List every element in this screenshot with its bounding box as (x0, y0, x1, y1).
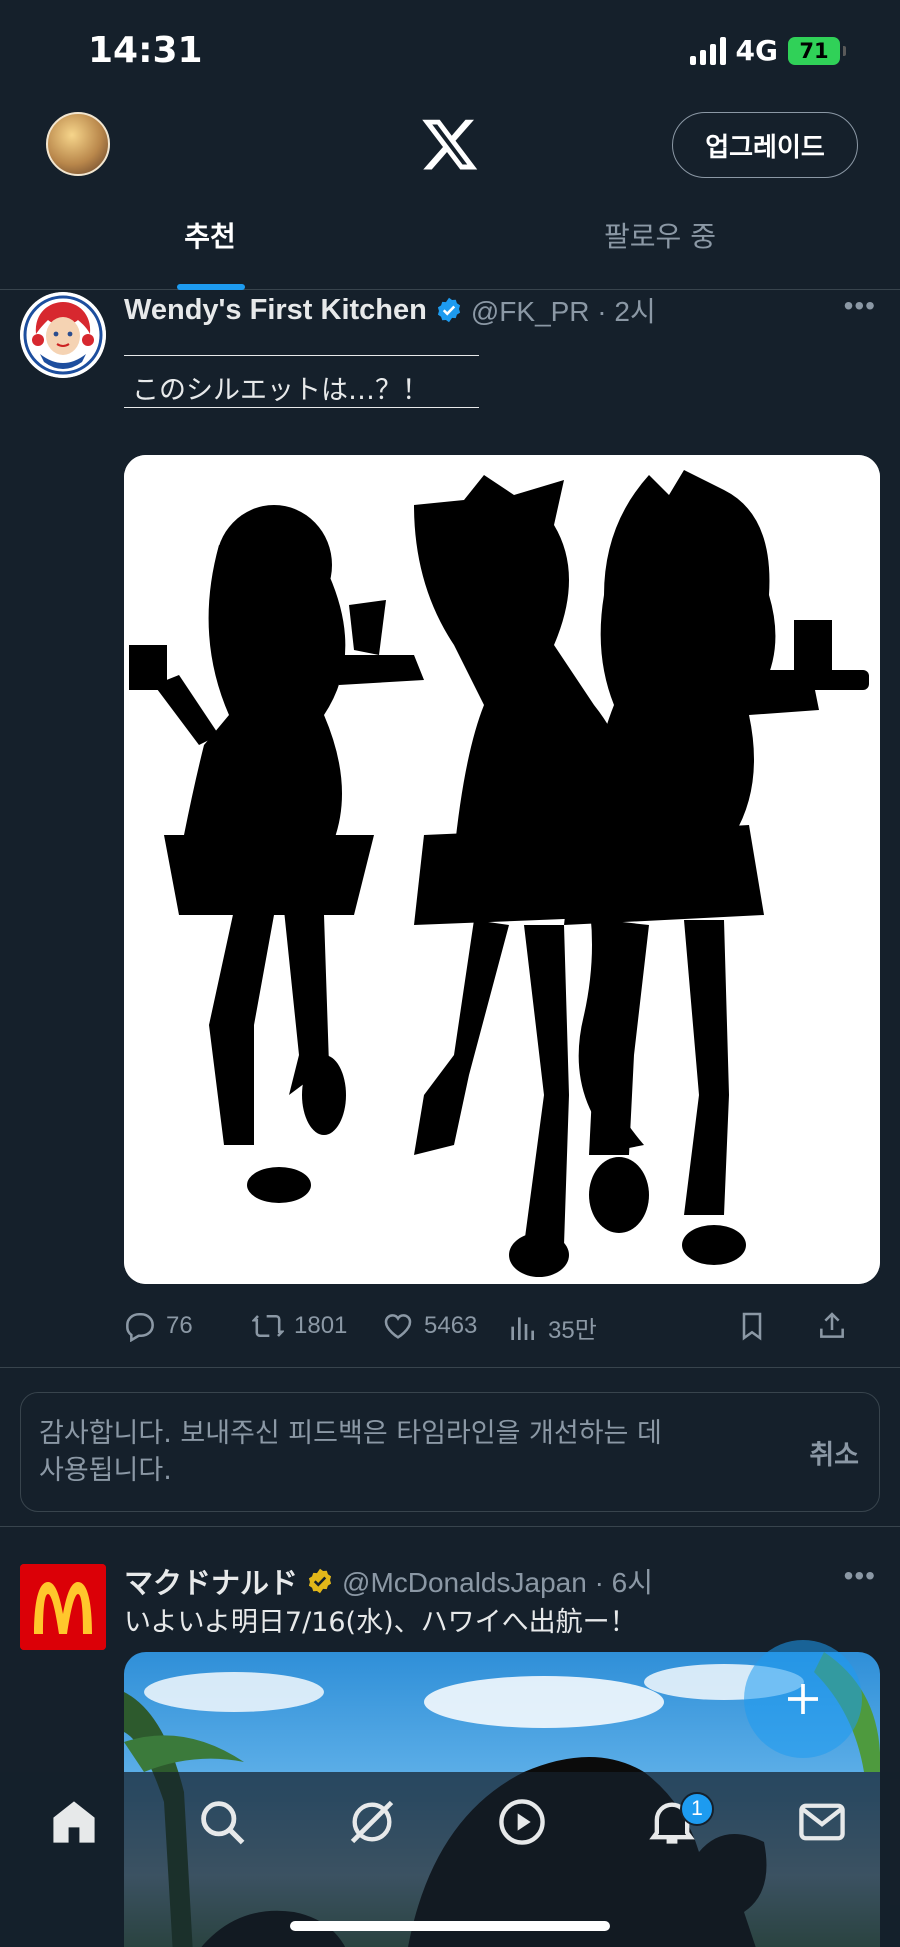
display-name[interactable]: マクドナルド (124, 1560, 298, 1602)
divider (0, 1526, 900, 1527)
compose-button[interactable] (744, 1640, 862, 1758)
battery-icon: 71 (788, 36, 846, 65)
status-bar: 14:31 4G 71 (0, 0, 900, 100)
status-time: 14:31 (88, 30, 203, 71)
tweet-text: いよいよ明日7/16(水)、ハワイへ出航ー！ (124, 1607, 637, 1638)
feedback-banner: 감사합니다. 보내주신 피드백은 타임라인을 개선하는 데 사용됩니다. 취소 (20, 1392, 880, 1512)
views-button[interactable]: 35만 (506, 1310, 597, 1345)
home-icon[interactable] (48, 1796, 100, 1848)
feedback-cancel-button[interactable]: 취소 (809, 1433, 859, 1472)
feedback-text: 감사합니다. 보내주신 피드백은 타임라인을 개선하는 데 사용됩니다. (39, 1418, 662, 1486)
signal-icon (689, 36, 726, 65)
views-icon (511, 1316, 534, 1340)
reply-count: 76 (166, 1312, 193, 1339)
display-name[interactable]: Wendy's First Kitchen (124, 294, 427, 327)
text-divider (124, 355, 479, 356)
bookmark-icon (742, 1312, 762, 1341)
tweet-header: Wendy's First Kitchen @FK_PR · 2시 (124, 290, 656, 330)
mcdonalds-logo-icon (20, 1564, 106, 1650)
verified-icon (437, 297, 460, 323)
repost-icon (252, 1315, 284, 1337)
handle-time: @FK_PR · 2시 (470, 296, 656, 327)
home-indicator[interactable] (290, 1921, 610, 1931)
view-count: 35만 (548, 1317, 597, 1344)
profile-avatar[interactable] (46, 112, 110, 176)
repost-button[interactable]: 1801 (252, 1310, 347, 1342)
more-icon[interactable]: ••• (844, 290, 876, 322)
tweet-avatar[interactable] (20, 1564, 106, 1650)
plus-icon (788, 1684, 818, 1714)
tweet-header: マクドナルド @McDonaldsJapan · 6시 (124, 1560, 653, 1602)
share-icon (820, 1312, 844, 1338)
tweet-text: このシルエットは…？！ (132, 375, 429, 406)
tweet-actions: 76 1801 5463 35만 (124, 1310, 880, 1354)
video-icon[interactable] (496, 1796, 548, 1848)
app-header: 업그레이드 추천 팔로우 중 (0, 100, 900, 290)
repost-count: 1801 (294, 1312, 348, 1339)
grok-icon[interactable] (346, 1796, 398, 1848)
handle-time: @McDonaldsJapan · 6시 (342, 1567, 653, 1598)
upgrade-button[interactable]: 업그레이드 (672, 112, 858, 178)
heart-icon (384, 1314, 412, 1339)
more-icon[interactable]: ••• (844, 1560, 876, 1592)
share-button[interactable] (816, 1310, 848, 1342)
text-divider (124, 407, 479, 408)
like-count: 5463 (424, 1312, 478, 1339)
battery-level: 71 (799, 38, 829, 63)
verified-gold-icon (308, 1568, 332, 1594)
x-logo-icon[interactable] (420, 114, 480, 174)
tab-recommended[interactable]: 추천 (0, 215, 420, 255)
search-icon[interactable] (196, 1796, 248, 1848)
tab-following[interactable]: 팔로우 중 (450, 215, 870, 255)
status-indicators: 4G 71 (689, 34, 846, 67)
messages-icon[interactable] (796, 1796, 848, 1848)
like-button[interactable]: 5463 (382, 1310, 477, 1342)
tweet-avatar[interactable] (20, 292, 106, 378)
reply-button[interactable]: 76 (124, 1310, 193, 1342)
tweet-media[interactable] (124, 455, 880, 1284)
bookmark-button[interactable] (736, 1310, 768, 1342)
notification-badge: 1 (680, 1792, 714, 1826)
wendys-logo-icon (20, 292, 106, 378)
reply-icon (126, 1313, 154, 1342)
tweet[interactable]: Wendy's First Kitchen @FK_PR · 2시 ••• この… (0, 290, 900, 1368)
silhouette-image (124, 455, 880, 1284)
network-type: 4G (735, 34, 778, 67)
